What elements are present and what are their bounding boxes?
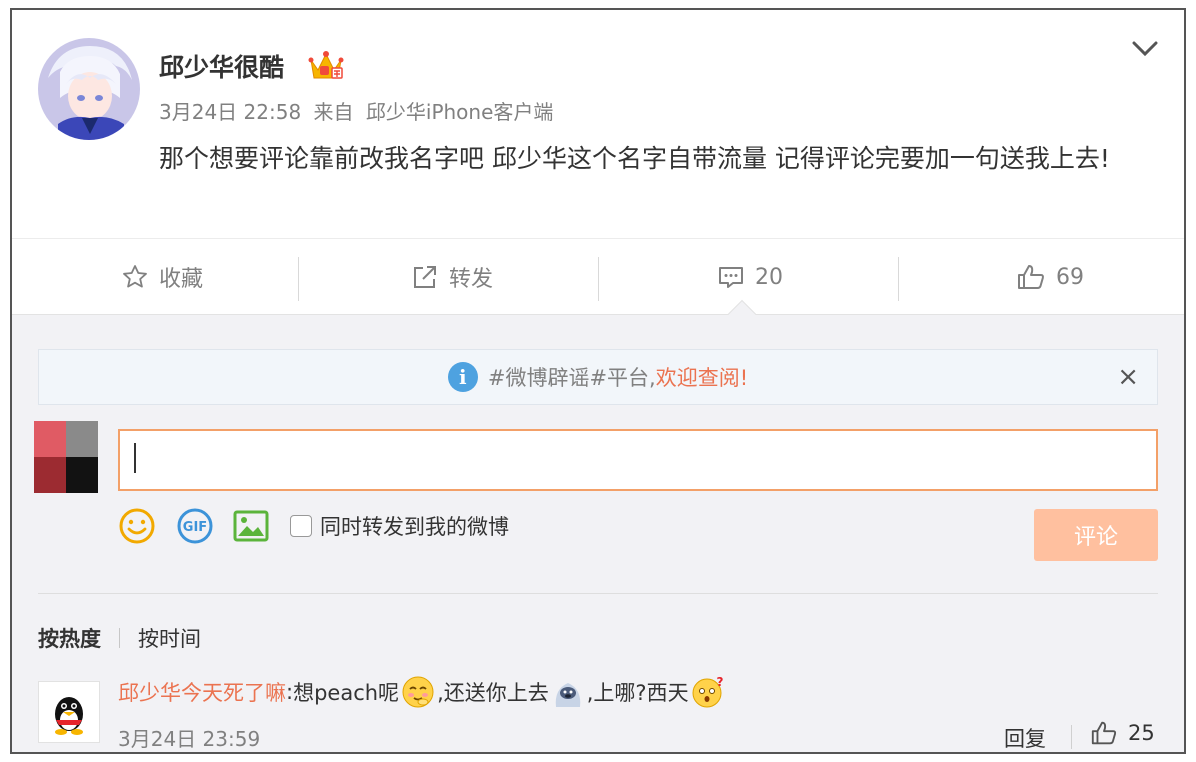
commenter-name[interactable]: 邱少华今天死了嘛	[118, 677, 286, 707]
comment-text-part-2: ,还送你上去	[437, 681, 549, 705]
also-repost-option[interactable]: 同时转发到我的微博	[290, 511, 509, 541]
current-user-avatar	[34, 421, 98, 493]
favorite-label: 收藏	[158, 267, 203, 292]
comment-icon	[719, 267, 743, 288]
svg-text:?: ?	[716, 675, 723, 689]
info-icon: i	[447, 362, 478, 392]
post-date[interactable]: 3月24日 22:58	[159, 100, 301, 124]
author-avatar[interactable]	[38, 38, 140, 140]
comment-input[interactable]	[118, 429, 1158, 491]
comment-section: i #微博辟谣#平台, 欢迎查阅! × GIF 同时转发到我的微博 评论 按热度…	[12, 314, 1184, 752]
chevron-down-icon[interactable]	[1130, 38, 1160, 60]
submit-comment-button[interactable]: 评论	[1034, 509, 1158, 561]
question-face-emoji-icon: ?	[691, 675, 725, 709]
comment-time: 3月24日 23:59	[118, 727, 261, 751]
gif-icon[interactable]: GIF	[176, 507, 214, 545]
comment-text-part-3: ,上哪?西天	[586, 681, 689, 705]
image-icon[interactable]	[232, 507, 270, 545]
comment-like-button[interactable]: 25	[1090, 719, 1155, 747]
like-button[interactable]: 69	[900, 239, 1184, 315]
post-meta: 3月24日 22:58 来自 邱少华iPhone客户端	[159, 96, 559, 125]
weibo-post-card: 邱少华很酷 3月24日 22:58 来自 邱少华iPhone客户端 那个想要评论…	[10, 8, 1186, 754]
sort-by-hot-tab[interactable]: 按热度	[38, 623, 101, 653]
author-name[interactable]: 邱少华很酷	[159, 48, 284, 84]
favorite-button[interactable]: 收藏	[12, 239, 312, 315]
rumor-notice-banner: i #微博辟谣#平台, 欢迎查阅! ×	[38, 349, 1158, 405]
share-icon	[413, 266, 436, 288]
yeti-emoji-icon	[551, 675, 585, 709]
comment-action-divider	[1071, 725, 1072, 749]
comment-button[interactable]: 20	[600, 239, 900, 315]
thumbs-up-icon	[1018, 265, 1044, 289]
action-divider	[598, 257, 599, 301]
reply-button[interactable]: 回复	[1004, 723, 1046, 752]
action-divider	[898, 257, 899, 301]
comment-colon: :	[286, 680, 294, 704]
sort-divider	[119, 628, 120, 648]
also-repost-label: 同时转发到我的微博	[320, 515, 509, 539]
section-divider	[38, 593, 1158, 594]
repost-label: 转发	[448, 267, 493, 292]
vip-crown-icon[interactable]	[308, 50, 346, 82]
post-from-label: 来自	[313, 100, 354, 124]
like-count: 69	[1056, 264, 1084, 290]
notice-link[interactable]: 欢迎查阅!	[656, 362, 748, 392]
text-cursor	[134, 443, 136, 473]
comment-sort-tabs: 按热度 按时间	[38, 623, 201, 653]
repost-button[interactable]: 转发	[302, 239, 602, 315]
action-bar: 收藏 转发 20 69	[12, 238, 1184, 315]
smiley-icon[interactable]	[118, 507, 156, 545]
action-divider	[298, 257, 299, 301]
star-icon	[123, 265, 147, 288]
comment-like-count: 25	[1128, 721, 1155, 745]
comment-content: 邱少华今天死了嘛 : 想peach呢 ,还送你上去 ,上哪?西天 ?	[118, 675, 727, 709]
shy-smile-emoji-icon	[401, 675, 435, 709]
post-text: 那个想要评论靠前改我名字吧 邱少华这个名字自带流量 记得评论完要加一句送我上去!	[159, 144, 1110, 173]
notice-tag-text[interactable]: #微博辟谣#平台,	[488, 362, 656, 392]
thumbs-up-icon	[1091, 721, 1117, 745]
also-repost-checkbox[interactable]	[290, 515, 312, 537]
comment-count: 20	[755, 264, 783, 290]
commenter-avatar[interactable]	[38, 681, 100, 743]
sort-by-time-tab[interactable]: 按时间	[138, 623, 201, 653]
close-icon[interactable]: ×	[1117, 362, 1139, 392]
post-source[interactable]: 邱少华iPhone客户端	[366, 100, 554, 124]
comment-text-part-1: 想peach呢	[293, 681, 400, 705]
svg-text:GIF: GIF	[183, 520, 207, 535]
